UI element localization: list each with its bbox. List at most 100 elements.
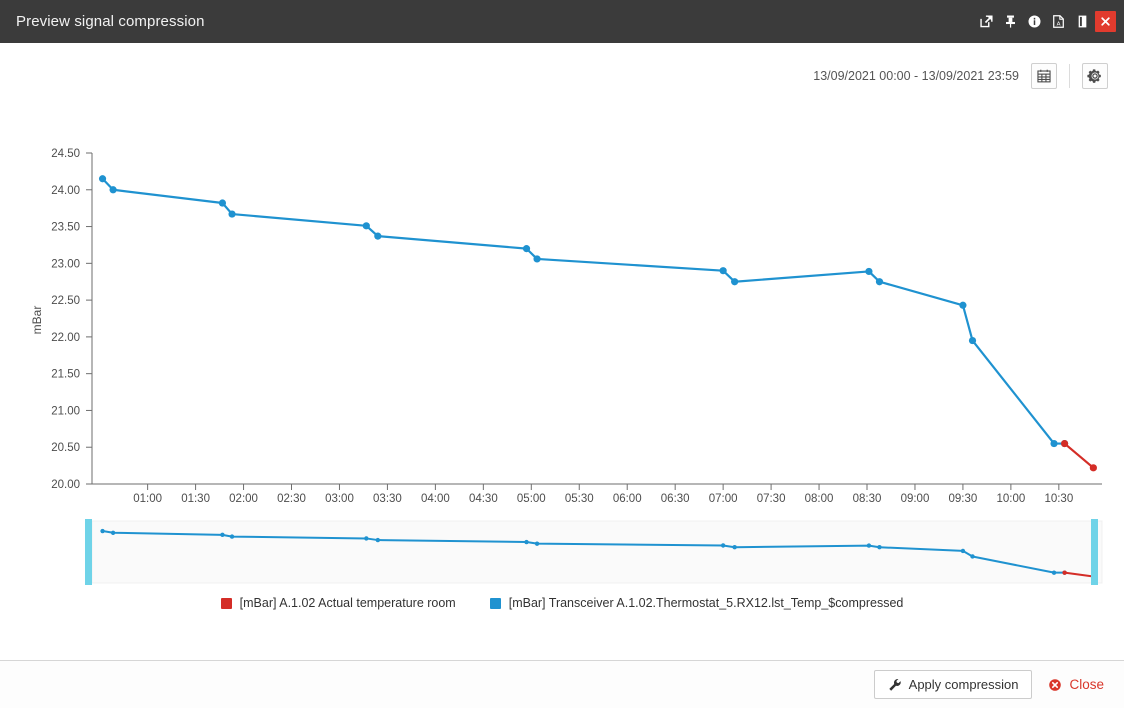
- series-point[interactable]: [865, 268, 872, 275]
- series-point[interactable]: [99, 175, 106, 182]
- navigator-series-point: [376, 538, 380, 542]
- series-point[interactable]: [374, 233, 381, 240]
- navigator-series-point: [100, 529, 104, 533]
- x-tick-label: 05:30: [565, 493, 594, 505]
- series-line: [1065, 444, 1094, 468]
- x-tick-label: 07:30: [757, 493, 786, 505]
- legend-item[interactable]: [mBar] Transceiver A.1.02.Thermostat_5.R…: [490, 596, 904, 610]
- x-tick-label: 05:00: [517, 493, 546, 505]
- close-button[interactable]: Close: [1048, 677, 1108, 692]
- x-tick-label: 10:30: [1044, 493, 1073, 505]
- series-point[interactable]: [720, 267, 727, 274]
- legend-label: [mBar] A.1.02 Actual temperature room: [240, 596, 456, 610]
- y-axis-title-group: mBar: [30, 306, 44, 335]
- series-line: [103, 179, 1065, 444]
- y-tick-label: 22.00: [51, 332, 80, 344]
- x-tick-label: 06:00: [613, 493, 642, 505]
- navigator-series-point: [961, 549, 965, 553]
- navigator-series-point: [364, 536, 368, 540]
- y-axis-title: mBar: [30, 306, 44, 335]
- x-tick-label: 09:30: [949, 493, 978, 505]
- navigator-series-point: [867, 543, 871, 547]
- chart-legend: [mBar] A.1.02 Actual temperature room [m…: [0, 596, 1124, 610]
- x-tick-label: 06:30: [661, 493, 690, 505]
- pdf-icon[interactable]: A: [1047, 11, 1069, 33]
- series-point[interactable]: [969, 337, 976, 344]
- dialog-title: Preview signal compression: [0, 13, 975, 30]
- x-tick-label: 04:30: [469, 493, 498, 505]
- chart-container: mBar 24.50 24.00 23.50 23.00 22.50 22.00 21.50…: [0, 43, 1124, 660]
- svg-text:A: A: [1056, 21, 1060, 27]
- y-tick-label: 22.50: [51, 295, 80, 307]
- navigator-handle-left[interactable]: [85, 519, 92, 585]
- navigator-series-point: [535, 541, 539, 545]
- popout-icon[interactable]: [975, 11, 997, 33]
- series-point[interactable]: [876, 278, 883, 285]
- x-tick-label: 02:30: [277, 493, 306, 505]
- pin-icon[interactable]: [999, 11, 1021, 33]
- x-tick-label: 09:00: [901, 493, 930, 505]
- x-tick-label: 07:00: [709, 493, 738, 505]
- y-tick-label: 23.00: [51, 258, 80, 270]
- navigator-series-point: [220, 533, 224, 537]
- dialog-footer: Apply compression Close: [0, 660, 1124, 708]
- y-tick-label: 23.50: [51, 222, 80, 234]
- apply-compression-label: Apply compression: [909, 677, 1019, 692]
- navigator-handle-right[interactable]: [1091, 519, 1098, 585]
- series-point[interactable]: [228, 210, 235, 217]
- y-tick-label: 21.00: [51, 405, 80, 417]
- error-circle-icon: [1048, 678, 1062, 692]
- close-icon[interactable]: [1095, 11, 1116, 32]
- x-tick-label: 08:30: [853, 493, 882, 505]
- series-point[interactable]: [363, 222, 370, 229]
- legend-swatch: [490, 598, 501, 609]
- apply-compression-button[interactable]: Apply compression: [874, 670, 1033, 699]
- x-axis-ticks: 01:00 01:30 02:00 02:30 03:00 03:30 04:00 04:30…: [133, 484, 1073, 505]
- series-point[interactable]: [1061, 440, 1068, 447]
- series-point[interactable]: [731, 278, 738, 285]
- navigator-series-point: [230, 534, 234, 538]
- legend-swatch: [221, 598, 232, 609]
- wrench-icon: [888, 678, 902, 692]
- legend-label: [mBar] Transceiver A.1.02.Thermostat_5.R…: [509, 596, 904, 610]
- x-tick-label: 10:00: [996, 493, 1025, 505]
- navigator-series-point: [970, 554, 974, 558]
- navigator-series-point: [524, 540, 528, 544]
- y-axis-ticks: 24.50 24.00 23.50 23.00 22.50 22.00 21.50 21.00…: [51, 148, 92, 491]
- y-tick-label: 20.50: [51, 442, 80, 454]
- series-point[interactable]: [523, 245, 530, 252]
- legend-item[interactable]: [mBar] A.1.02 Actual temperature room: [221, 596, 456, 610]
- compression-preview-chart: mBar 24.50 24.00 23.50 23.00 22.50 22.00 21.50…: [0, 43, 1124, 660]
- series-point[interactable]: [1050, 440, 1057, 447]
- navigator-series-point: [111, 531, 115, 535]
- x-tick-label: 01:00: [133, 493, 162, 505]
- close-button-label: Close: [1069, 677, 1104, 692]
- series-point[interactable]: [219, 199, 226, 206]
- navigator-series-point: [1052, 570, 1056, 574]
- series-point[interactable]: [533, 255, 540, 262]
- navigator-series-point: [1062, 570, 1066, 574]
- y-tick-label: 24.00: [51, 185, 80, 197]
- navigator-series-point: [732, 545, 736, 549]
- navigator-series-point: [721, 543, 725, 547]
- x-tick-label: 03:30: [373, 493, 402, 505]
- info-icon[interactable]: [1023, 11, 1045, 33]
- y-tick-label: 21.50: [51, 369, 80, 381]
- title-bar-actions: A: [975, 11, 1124, 33]
- y-tick-label: 24.50: [51, 148, 80, 160]
- series-point[interactable]: [959, 302, 966, 309]
- navigator-series-point: [877, 545, 881, 549]
- x-tick-label: 04:00: [421, 493, 450, 505]
- dialog-title-bar: Preview signal compression: [0, 0, 1124, 43]
- x-tick-label: 01:30: [181, 493, 210, 505]
- x-tick-label: 02:00: [229, 493, 258, 505]
- x-tick-label: 08:00: [805, 493, 834, 505]
- series-point[interactable]: [1090, 464, 1097, 471]
- plot-series-group: [99, 175, 1097, 471]
- x-tick-label: 03:00: [325, 493, 354, 505]
- y-tick-label: 20.00: [51, 479, 80, 491]
- series-point[interactable]: [110, 186, 117, 193]
- navigator-background[interactable]: [92, 521, 1102, 583]
- dialog-body: 13/09/2021 00:00 - 13/09/2021 23:59: [0, 43, 1124, 660]
- dock-icon[interactable]: [1071, 11, 1093, 33]
